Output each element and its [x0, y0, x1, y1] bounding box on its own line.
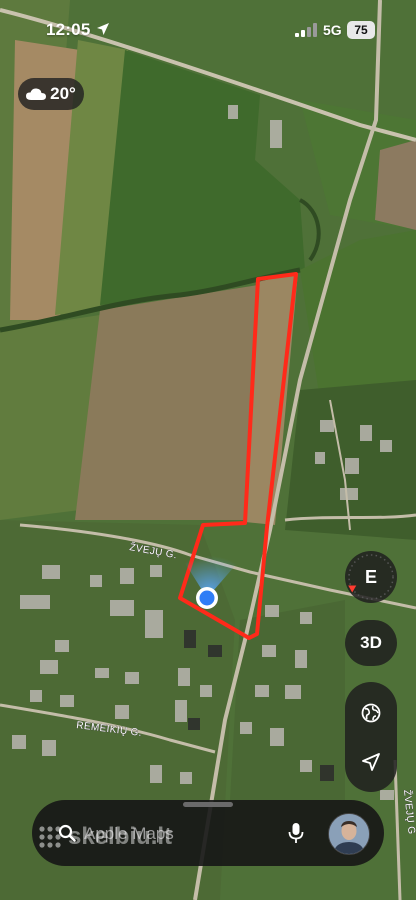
profile-photo-icon [329, 814, 369, 854]
location-arrow-icon [362, 752, 380, 771]
status-bar: 12:05 5G 75 [0, 0, 416, 60]
microphone-icon[interactable] [288, 822, 304, 844]
profile-avatar[interactable] [328, 813, 370, 855]
compass-direction: E [364, 566, 377, 587]
search-bar[interactable]: Apple Maps [32, 800, 384, 866]
weather-temperature: 20° [50, 84, 76, 103]
cloud-icon [26, 88, 47, 100]
search-placeholder[interactable]: Apple Maps [84, 824, 174, 844]
search-icon [58, 824, 76, 842]
map-controls-stack [345, 682, 397, 792]
network-type: 5G [323, 22, 342, 38]
view-3d-button[interactable]: 3D [345, 620, 397, 666]
weather-pill[interactable]: 20° [18, 78, 84, 110]
battery-indicator: 75 [347, 21, 375, 39]
location-arrow-icon [97, 23, 109, 35]
globe-icon [361, 703, 381, 722]
compass-button[interactable]: E [345, 551, 397, 603]
status-time: 12:05 [46, 20, 91, 39]
cellular-signal-icon [295, 23, 317, 37]
globe-button[interactable] [360, 702, 382, 724]
sheet-grabber[interactable] [183, 802, 233, 807]
current-location-button[interactable] [360, 751, 382, 773]
